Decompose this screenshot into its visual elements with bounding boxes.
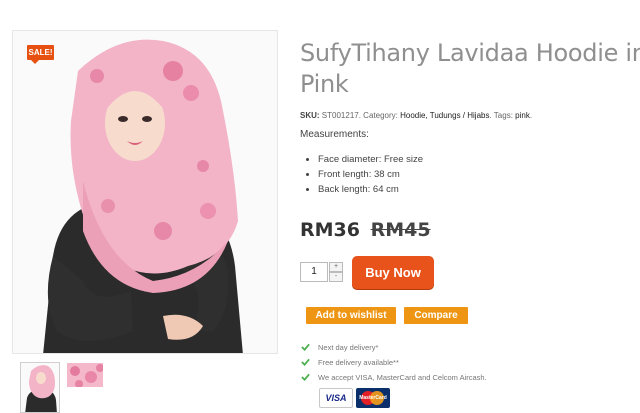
quantity-decrease-button[interactable]: - — [329, 272, 343, 282]
product-details: SufyTihany Lavidaa Hoodie in Pink SKU: S… — [300, 38, 640, 408]
main-product-image[interactable]: SALE! — [12, 30, 278, 354]
feature-item: Free delivery available** — [300, 355, 487, 370]
payment-logos: VISA MasterCard — [319, 388, 390, 408]
feature-text: Next day delivery* — [318, 343, 379, 352]
compare-button[interactable]: Compare — [404, 307, 468, 324]
product-gallery: SALE! — [12, 30, 280, 413]
add-to-wishlist-button[interactable]: Add to wishlist — [306, 307, 396, 324]
check-icon — [301, 343, 310, 351]
product-title: SufyTihany Lavidaa Hoodie in Pink — [300, 38, 640, 100]
hijab-model-illustration — [43, 39, 243, 353]
measurement-item: Front length: 38 cm — [306, 167, 640, 182]
measurement-item: Face diameter: Free size — [306, 152, 640, 167]
buy-row: 1 + - Buy Now — [300, 255, 600, 289]
thumbnail-fabric-image — [67, 363, 103, 387]
tags-label: Tags: — [493, 111, 513, 120]
sku-label: SKU: — [300, 111, 320, 120]
mastercard-logo-text: MasterCard — [359, 395, 387, 401]
measurements-list: Face diameter: Free size Front length: 3… — [306, 152, 640, 197]
feature-text: Free delivery available** — [318, 358, 399, 367]
quantity-input[interactable]: 1 — [300, 262, 328, 282]
thumbnail-front[interactable] — [20, 362, 60, 413]
thumbnail-strip — [20, 362, 104, 413]
thumbnail-front-image — [21, 363, 59, 412]
mastercard-logo: MasterCard — [356, 388, 390, 408]
thumbnail-fabric[interactable] — [66, 362, 104, 388]
price-old: RM45 — [370, 219, 431, 241]
feature-item: Next day delivery* — [300, 340, 487, 355]
buy-now-button[interactable]: Buy Now — [352, 256, 434, 289]
product-title-line1: SufyTihany Lavidaa Hoodie in — [300, 39, 640, 67]
measurement-item: Back length: 64 cm — [306, 182, 640, 197]
feature-item: We accept VISA, MasterCard and Celcom Ai… — [300, 370, 487, 385]
category-label: Category: — [363, 111, 398, 120]
tag-link-pink[interactable]: pink — [515, 111, 530, 120]
price-current: RM36 — [300, 219, 360, 241]
product-title-line2: Pink — [300, 70, 349, 98]
product-meta: SKU: ST001217. Category: Hoodie, Tudungs… — [300, 111, 533, 120]
feature-list: Next day delivery* Free delivery availab… — [300, 340, 487, 385]
quantity-increase-button[interactable]: + — [329, 262, 343, 272]
check-icon — [301, 358, 310, 366]
feature-text: We accept VISA, MasterCard and Celcom Ai… — [318, 373, 487, 382]
price: RM36 RM45 — [300, 219, 640, 241]
measurements-heading: Measurements: — [300, 129, 369, 140]
check-icon — [301, 373, 310, 381]
category-links[interactable]: Hoodie, Tudungs / Hijabs — [400, 111, 489, 120]
sale-badge: SALE! — [27, 45, 54, 64]
sku-value: ST001217 — [321, 111, 359, 120]
visa-logo: VISA — [319, 388, 353, 408]
